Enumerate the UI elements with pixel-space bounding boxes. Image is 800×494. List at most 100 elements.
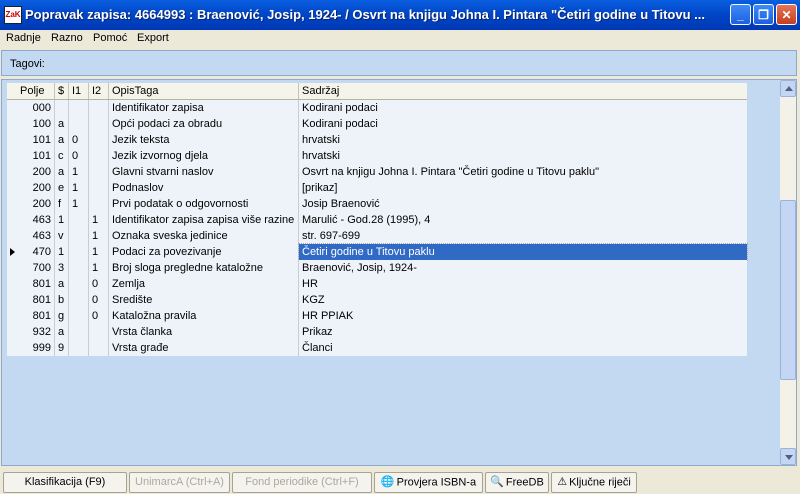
cell-indicator2[interactable] — [89, 148, 109, 164]
cell-indicator1[interactable]: 0 — [69, 132, 89, 148]
cell-indicator1[interactable] — [69, 324, 89, 340]
close-button[interactable]: ✕ — [776, 4, 797, 25]
cell-indicator2[interactable]: 1 — [89, 228, 109, 244]
unimarca-button[interactable]: UnimarcA (Ctrl+A) — [129, 472, 230, 493]
table-row[interactable]: 100 a Opći podaci za obradu Kodirani podaci — [7, 116, 747, 132]
cell-tag-description[interactable]: Glavni stvarni naslov — [109, 164, 299, 180]
cell-indicator1[interactable] — [69, 212, 89, 228]
cell-field-tag[interactable]: 801 — [17, 308, 55, 324]
cell-content[interactable]: Kodirani podaci — [299, 100, 747, 116]
table-row[interactable]: 200 f 1 Prvi podatak o odgovornosti Josip Br… — [7, 196, 747, 212]
cell-indicator1[interactable]: 1 — [69, 196, 89, 212]
table-row[interactable]: 801 b 0 Središte KGZ — [7, 292, 747, 308]
table-row[interactable]: 801 a 0 Zemlja HR — [7, 276, 747, 292]
cell-content[interactable]: hrvatski — [299, 132, 747, 148]
cell-indicator1[interactable] — [69, 100, 89, 116]
cell-indicator1[interactable]: 1 — [69, 164, 89, 180]
cell-subfield[interactable]: 1 — [55, 244, 69, 260]
cell-indicator2[interactable] — [89, 340, 109, 356]
cell-indicator1[interactable] — [69, 276, 89, 292]
cell-subfield[interactable]: g — [55, 308, 69, 324]
table-row[interactable]: 200 a 1 Glavni stvarni naslov Osvrt na knjig… — [7, 164, 747, 180]
cell-subfield[interactable]: 1 — [55, 212, 69, 228]
cell-indicator1[interactable] — [69, 292, 89, 308]
scroll-down-button[interactable] — [780, 448, 796, 465]
klasifikacija-button[interactable]: Klasifikacija (F9) — [3, 472, 127, 493]
header-i2[interactable]: I2 — [89, 83, 109, 99]
table-row[interactable]: 000 Identifikator zapisa Kodirani podaci — [7, 100, 747, 116]
cell-indicator2[interactable] — [89, 196, 109, 212]
cell-indicator1[interactable] — [69, 308, 89, 324]
cell-field-tag[interactable]: 700 — [17, 260, 55, 276]
cell-indicator1[interactable]: 1 — [69, 180, 89, 196]
cell-tag-description[interactable]: Vrsta članka — [109, 324, 299, 340]
cell-content[interactable]: [prikaz] — [299, 180, 747, 196]
menu-export[interactable]: Export — [137, 32, 169, 44]
cell-indicator1[interactable]: 0 — [69, 148, 89, 164]
table-row[interactable]: 463 v 1 Oznaka sveska jedinice str. 697-699 — [7, 228, 747, 244]
scroll-thumb[interactable] — [780, 200, 796, 380]
cell-tag-description[interactable]: Oznaka sveska jedinice — [109, 228, 299, 244]
cell-field-tag[interactable]: 932 — [17, 324, 55, 340]
cell-field-tag[interactable]: 200 — [17, 196, 55, 212]
cell-indicator1[interactable] — [69, 228, 89, 244]
cell-tag-description[interactable]: Središte — [109, 292, 299, 308]
table-row[interactable]: 470 1 1 Podaci za povezivanje Četiri godine … — [7, 243, 748, 261]
header-opistaga[interactable]: OpisTaga — [109, 83, 299, 99]
cell-subfield[interactable]: a — [55, 132, 69, 148]
cell-field-tag[interactable]: 200 — [17, 180, 55, 196]
cell-field-tag[interactable]: 999 — [17, 340, 55, 356]
cell-indicator2[interactable] — [89, 116, 109, 132]
cell-indicator2[interactable]: 1 — [89, 244, 109, 260]
cell-subfield[interactable]: a — [55, 116, 69, 132]
header-i1[interactable]: I1 — [69, 83, 89, 99]
cell-content[interactable]: Članci — [299, 340, 747, 356]
minimize-button[interactable]: _ — [730, 4, 751, 25]
fond-periodike-button[interactable]: Fond periodike (Ctrl+F) — [232, 472, 372, 493]
kljucne-rijeci-button[interactable]: ⚠ Ključne riječi — [551, 472, 637, 493]
cell-tag-description[interactable]: Podaci za povezivanje — [109, 244, 299, 260]
scroll-up-button[interactable] — [780, 80, 796, 97]
table-row[interactable]: 101 a 0 Jezik teksta hrvatski — [7, 132, 747, 148]
cell-field-tag[interactable]: 100 — [17, 116, 55, 132]
cell-indicator2[interactable] — [89, 324, 109, 340]
cell-content[interactable]: Osvrt na knjigu Johna I. Pintara "Četiri… — [299, 164, 747, 180]
table-row[interactable]: 801 g 0 Kataložna pravila HR PPIAK — [7, 308, 747, 324]
cell-indicator2[interactable] — [89, 100, 109, 116]
header-polje[interactable]: Polje — [17, 83, 55, 99]
table-row[interactable]: 999 9 Vrsta građe Članci — [7, 340, 747, 356]
cell-content[interactable]: hrvatski — [299, 148, 747, 164]
cell-tag-description[interactable]: Podnaslov — [109, 180, 299, 196]
cell-indicator2[interactable] — [89, 132, 109, 148]
cell-subfield[interactable]: b — [55, 292, 69, 308]
table-row[interactable]: 200 e 1 Podnaslov [prikaz] — [7, 180, 747, 196]
provjera-isbn-button[interactable]: 🌐 Provjera ISBN-a — [374, 472, 483, 493]
cell-tag-description[interactable]: Opći podaci za obradu — [109, 116, 299, 132]
cell-subfield[interactable]: a — [55, 324, 69, 340]
app-icon[interactable]: ZaK — [4, 6, 22, 24]
cell-field-tag[interactable]: 101 — [17, 148, 55, 164]
menu-radnje[interactable]: Radnje — [6, 32, 41, 44]
cell-indicator2[interactable] — [89, 180, 109, 196]
cell-indicator1[interactable] — [69, 244, 89, 260]
cell-tag-description[interactable]: Broj sloga pregledne kataložne — [109, 260, 299, 276]
cell-tag-description[interactable]: Identifikator zapisa — [109, 100, 299, 116]
table-row[interactable]: 101 c 0 Jezik izvornog djela hrvatski — [7, 148, 747, 164]
cell-subfield[interactable]: e — [55, 180, 69, 196]
cell-indicator1[interactable] — [69, 260, 89, 276]
table-row[interactable]: 932 a Vrsta članka Prikaz — [7, 324, 747, 340]
cell-tag-description[interactable]: Identifikator zapisa zapisa više razine — [109, 212, 299, 228]
cell-indicator2[interactable]: 0 — [89, 308, 109, 324]
cell-indicator1[interactable] — [69, 340, 89, 356]
maximize-button[interactable]: ❐ — [753, 4, 774, 25]
cell-field-tag[interactable]: 000 — [17, 100, 55, 116]
cell-indicator1[interactable] — [69, 116, 89, 132]
cell-subfield[interactable]: a — [55, 276, 69, 292]
menu-razno[interactable]: Razno — [51, 32, 83, 44]
header-sadrzaj[interactable]: Sadržaj — [299, 83, 747, 99]
cell-content[interactable]: Prikaz — [299, 324, 747, 340]
table-row[interactable]: 463 1 1 Identifikator zapisa zapisa više ra… — [7, 212, 747, 228]
cell-indicator2[interactable]: 0 — [89, 276, 109, 292]
cell-field-tag[interactable]: 801 — [17, 292, 55, 308]
cell-subfield[interactable] — [55, 100, 69, 116]
